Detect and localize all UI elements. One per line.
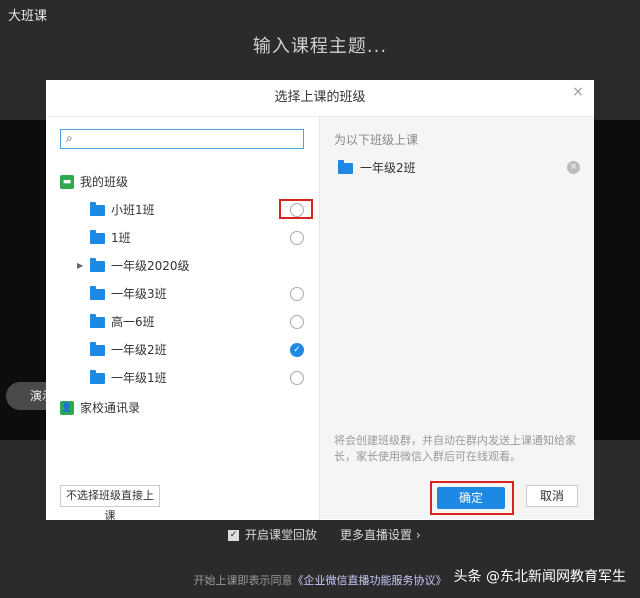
- highlight-box: [279, 199, 313, 219]
- class-label: 小班1班: [111, 203, 155, 217]
- folder-icon: [90, 202, 105, 216]
- folder-icon: [90, 314, 105, 328]
- class-item[interactable]: 一年级3班: [46, 283, 319, 305]
- select-class-dialog: 选择上课的班级 × ⌕ ▬ 我的班级 小班1班 1班 ▶ 一年级2020级 一年…: [46, 80, 594, 522]
- contacts-label: 家校通讯录: [80, 401, 141, 415]
- selected-class-item: 一年级2班 ×: [334, 157, 580, 179]
- notice-text: 将会创建班级群，并自动在群内发送上课通知给家长，家长使用微信入群后可在线观看。: [334, 434, 576, 463]
- tree-root-label: 我的班级: [80, 175, 129, 189]
- contacts-icon: 👤: [60, 401, 74, 415]
- remove-icon[interactable]: ×: [567, 161, 580, 174]
- class-radio[interactable]: [290, 315, 304, 329]
- class-item[interactable]: 高一6班: [46, 311, 319, 333]
- class-label: 高一6班: [111, 315, 155, 329]
- class-group-icon: ▬: [60, 175, 74, 189]
- record-checkbox[interactable]: ✓ 开启课堂回放: [228, 526, 317, 543]
- class-item[interactable]: 1班: [46, 227, 319, 249]
- record-checkbox-label: 开启课堂回放: [245, 528, 318, 542]
- folder-icon: [90, 286, 105, 300]
- class-label: 1班: [111, 231, 131, 245]
- selected-class-label: 一年级2班: [360, 161, 416, 175]
- search-icon: ⌕: [66, 131, 73, 145]
- class-radio[interactable]: [290, 231, 304, 245]
- tree-root-my-classes[interactable]: ▬ 我的班级: [46, 171, 319, 193]
- watermark: 头条 @东北新闻网教育军生: [453, 569, 626, 585]
- class-item[interactable]: 小班1班: [46, 199, 319, 221]
- close-icon[interactable]: ×: [570, 84, 586, 100]
- folder-icon: [90, 342, 105, 356]
- more-settings-link[interactable]: 更多直播设置 ›: [340, 526, 421, 543]
- folder-icon: [90, 370, 105, 384]
- class-label: 一年级1班: [111, 371, 167, 385]
- no-class-start-button[interactable]: 不选择班级直接上课: [60, 485, 160, 522]
- class-label: 一年级2020级: [111, 259, 190, 273]
- folder-icon: [338, 160, 353, 174]
- dialog-title: 选择上课的班级: [274, 90, 366, 105]
- confirm-button[interactable]: 确定: [437, 487, 505, 509]
- class-radio[interactable]: [290, 371, 304, 385]
- class-group-item[interactable]: ▶ 一年级2020级: [46, 255, 319, 277]
- class-label: 一年级3班: [111, 287, 167, 301]
- selected-classes-panel: 为以下班级上课 一年级2班 × 将会创建班级群，并自动在群内发送上课通知给家长，…: [320, 117, 594, 519]
- checkbox-icon: ✓: [228, 530, 239, 541]
- folder-icon: [90, 230, 105, 244]
- app-title: 大班课: [8, 9, 48, 24]
- cancel-button[interactable]: 取消: [526, 485, 578, 507]
- search-field[interactable]: ⌕: [60, 129, 304, 149]
- agreement-prefix: 开始上课即表示同意: [193, 574, 293, 587]
- agreement-link[interactable]: 《企业微信直播功能服务协议》: [293, 574, 447, 587]
- search-input[interactable]: [81, 131, 291, 147]
- confirm-highlight-box: 确定: [430, 481, 514, 515]
- class-item[interactable]: 一年级2班 ✓: [46, 339, 319, 361]
- tree-root-contacts[interactable]: 👤 家校通讯录: [46, 397, 319, 419]
- course-topic-input[interactable]: 输入课程主题...: [0, 32, 640, 58]
- class-item[interactable]: 一年级1班: [46, 367, 319, 389]
- selected-title: 为以下班级上课: [334, 133, 419, 147]
- class-radio-checked[interactable]: ✓: [290, 343, 304, 357]
- expand-arrow-icon[interactable]: ▶: [77, 255, 83, 277]
- class-radio[interactable]: [290, 287, 304, 301]
- folder-icon: [90, 258, 105, 272]
- class-tree-panel: ⌕ ▬ 我的班级 小班1班 1班 ▶ 一年级2020级 一年级3班 高一6班 一…: [46, 117, 320, 522]
- dialog-body: ⌕ ▬ 我的班级 小班1班 1班 ▶ 一年级2020级 一年级3班 高一6班 一…: [46, 116, 594, 522]
- class-label: 一年级2班: [111, 343, 167, 357]
